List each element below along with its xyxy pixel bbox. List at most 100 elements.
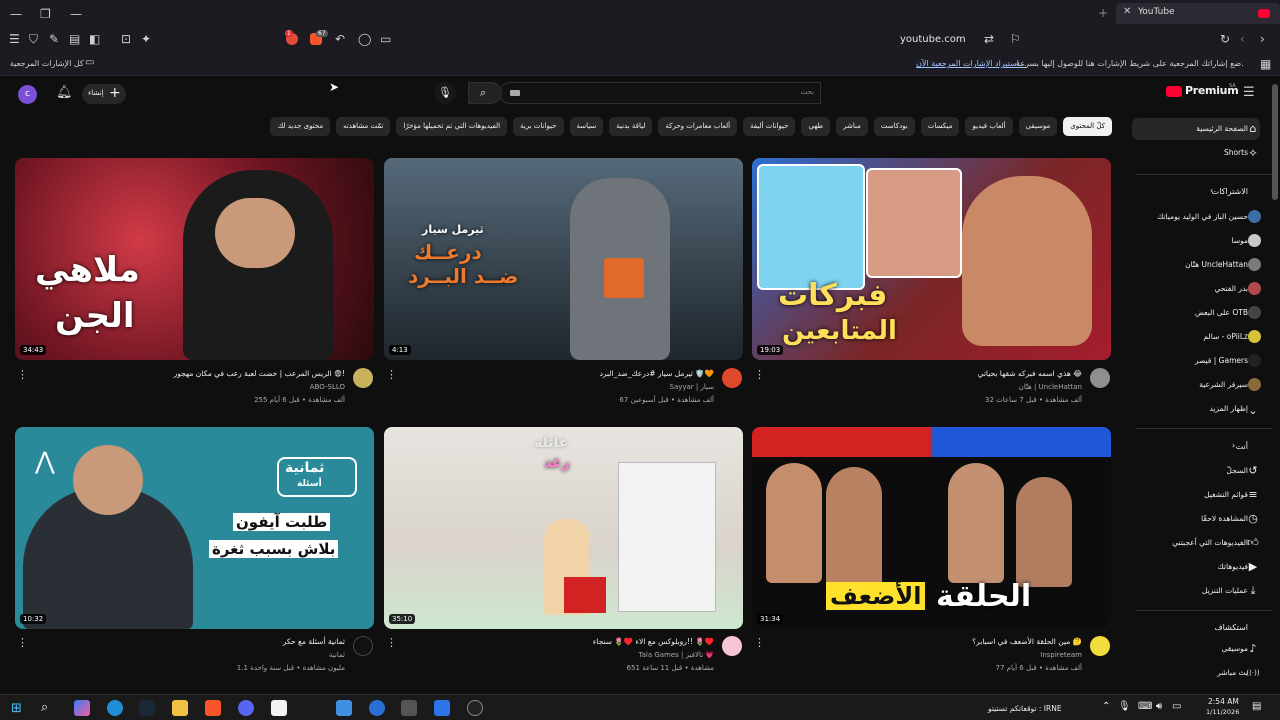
- sidebar-item-shorts[interactable]: Shorts: [1224, 142, 1248, 164]
- video-thumbnail[interactable]: فبركات المتابعين 19:03: [752, 158, 1111, 360]
- sidebar-item-subscription[interactable]: قيصر | Gamers: [1195, 350, 1248, 372]
- more-options-icon[interactable]: ⋮: [386, 636, 397, 649]
- channel-avatar[interactable]: [353, 636, 373, 656]
- channel-avatar[interactable]: [1090, 636, 1110, 656]
- chip-7[interactable]: حيوانات أليفة: [743, 117, 796, 136]
- steam-icon[interactable]: [139, 700, 155, 716]
- video-thumbnail[interactable]: ملاهي الجن 34:43: [15, 158, 374, 360]
- sidebar-item-subscription[interactable]: على البعض OTB: [1195, 302, 1248, 324]
- chat-icon[interactable]: ◯: [358, 33, 371, 45]
- forward-icon[interactable]: ›: [1260, 33, 1265, 45]
- chip-14[interactable]: محتوى جديد لك: [270, 117, 331, 136]
- bookmark-icon[interactable]: ⚐: [1010, 33, 1021, 45]
- sidebar-item-subscription[interactable]: سيرفر الشرعية: [1199, 374, 1248, 396]
- sidebar-item-subscription[interactable]: هتّان UncleHattan: [1185, 254, 1248, 276]
- window-close-icon[interactable]: —: [70, 8, 82, 20]
- battery-icon[interactable]: ▭: [1172, 701, 1181, 712]
- search-input[interactable]: بحث: [499, 82, 821, 104]
- chip-10[interactable]: سياسة: [569, 117, 604, 136]
- chip-12[interactable]: الفيديوهات التي تم تحميلها مؤخرًا: [396, 117, 508, 136]
- shorts-icon[interactable]: ⟡: [1246, 146, 1260, 160]
- extension-icon[interactable]: ✦: [141, 33, 151, 45]
- menu-icon[interactable]: ☰: [9, 33, 20, 45]
- chip-1[interactable]: موسيقى: [1018, 117, 1058, 136]
- chip-11[interactable]: حيوانات برية: [513, 117, 564, 136]
- show-more-button[interactable]: إظهار المزيد: [1209, 398, 1248, 420]
- guide-menu-icon[interactable]: ☰: [1243, 86, 1255, 99]
- sidebar-toggle-icon[interactable]: ◧: [89, 33, 100, 45]
- channel-name[interactable]: Tala Games | تالافيز 💗: [638, 651, 714, 659]
- import-bookmarks-link[interactable]: استيراد الإشارات المرجعية الآن...: [916, 59, 1027, 68]
- channel-name[interactable]: Sayyar | سيار: [670, 383, 715, 391]
- microsoft-store-icon[interactable]: [271, 700, 287, 716]
- sidebar-item-subscription[interactable]: حسين الباز في الوليد يومياتك: [1157, 206, 1248, 228]
- tray-chevron-up-icon[interactable]: ⌃: [1102, 701, 1110, 712]
- network-icon[interactable]: ⌨: [1138, 701, 1152, 712]
- tab-youtube[interactable]: ✕ YouTube: [1116, 3, 1280, 24]
- subscriptions-header[interactable]: الاشتراكات: [1212, 187, 1248, 196]
- search-button[interactable]: ⌕: [468, 82, 502, 104]
- video-title[interactable]: ثيرمل سيار #درعك_ضد_البرد 🛡️🧡: [600, 369, 714, 378]
- chip-2[interactable]: ألعاب فيديو: [965, 117, 1013, 136]
- video-title[interactable]: ثمانية أسئلة مع حكر: [283, 637, 345, 646]
- tabs-icon[interactable]: ▤: [69, 33, 80, 45]
- video-thumbnail[interactable]: ثيرمل سيار درعــك ضــد البــرد 4:13: [384, 158, 743, 360]
- video-title[interactable]: مين الحلقة الأضعف في اسبابر؟ 🤔: [972, 637, 1082, 646]
- edge-browser-icon[interactable]: [107, 700, 123, 716]
- brave-browser-icon[interactable]: [205, 700, 221, 716]
- channel-name[interactable]: ثمانية: [329, 651, 345, 659]
- app-icon[interactable]: [434, 700, 450, 716]
- more-options-icon[interactable]: ⋮: [386, 368, 397, 381]
- create-button[interactable]: إنشاء +: [82, 84, 126, 104]
- address-bar[interactable]: youtube.com: [900, 34, 966, 45]
- site-settings-icon[interactable]: ⇄: [984, 33, 994, 45]
- youtube-logo-icon[interactable]: [1166, 86, 1182, 97]
- windows-start-icon[interactable]: ⊞: [11, 701, 22, 716]
- chip-6[interactable]: طهي: [801, 117, 831, 136]
- chip-13[interactable]: تمّت مشاهدته: [336, 117, 391, 136]
- keyboard-icon[interactable]: [510, 90, 520, 96]
- sidebar-item-you[interactable]: السجلّ: [1226, 460, 1248, 482]
- apps-grid-icon[interactable]: ▦: [1260, 58, 1271, 70]
- sidebar-item-you[interactable]: قوائم التشغيل: [1204, 484, 1248, 506]
- more-options-icon[interactable]: ⋮: [754, 368, 765, 381]
- clock-date[interactable]: 1/11/2026: [1206, 708, 1239, 716]
- channel-name[interactable]: ABO-SLLO: [310, 383, 345, 391]
- copilot-icon[interactable]: [74, 700, 90, 716]
- reload-icon[interactable]: ↻: [1220, 33, 1230, 45]
- window-restore-icon[interactable]: ❐: [40, 8, 51, 20]
- sidebar-scrollbar[interactable]: [1272, 84, 1278, 200]
- chip-5[interactable]: مباشر: [836, 117, 868, 136]
- sidebar-item-you[interactable]: الفيديوهات التي أعجبتني: [1172, 532, 1248, 554]
- microphone-icon[interactable]: 🎙︎: [1118, 701, 1131, 712]
- channel-avatar[interactable]: [722, 368, 742, 388]
- video-thumbnail[interactable]: عائلة رغد 35:10: [384, 427, 743, 629]
- undo-icon[interactable]: ↶: [335, 33, 345, 45]
- video-title[interactable]: هذي اسمه فبركه شقها بحياتي 😂: [978, 369, 1082, 378]
- notifications-icon[interactable]: ▤: [1252, 701, 1261, 712]
- voice-search-mic-icon[interactable]: 🎙︎: [434, 82, 456, 104]
- chip-0[interactable]: كلّ المحتوى: [1063, 117, 1112, 136]
- app-icon[interactable]: [467, 700, 483, 716]
- channel-name[interactable]: Inspireteam: [1040, 651, 1082, 659]
- shield-icon[interactable]: ⛉: [29, 33, 38, 45]
- video-thumbnail[interactable]: ⋀ ثمانية أسئلة طلبت آيفون بلاش بسبب ثغرة…: [15, 427, 374, 629]
- cast-icon[interactable]: ▭: [380, 33, 391, 45]
- video-title[interactable]: روبلوكس مع الاء ♥️🌷 سنجاء!! 🌷♥️: [593, 637, 714, 646]
- news-widget[interactable]: توقعاتكم تستيتو : IRNE: [988, 704, 1062, 713]
- more-options-icon[interactable]: ⋮: [754, 636, 765, 649]
- new-tab-icon[interactable]: +: [1098, 7, 1108, 19]
- notifications-bell-icon[interactable]: 🔔︎: [56, 86, 73, 99]
- channel-name[interactable]: هتّان | UncleHattan: [1019, 383, 1082, 391]
- screenshot-icon[interactable]: ⊡: [121, 33, 131, 45]
- app-icon[interactable]: [336, 700, 352, 716]
- volume-icon[interactable]: 🔊︎: [1156, 701, 1162, 712]
- sidebar-item-explore[interactable]: موسيقى: [1222, 638, 1248, 660]
- channel-avatar[interactable]: [1090, 368, 1110, 388]
- video-title[interactable]: الريس المرعب | خضت لعبة رعب في مكان مهجو…: [174, 369, 345, 378]
- window-minimize-icon[interactable]: —: [10, 8, 22, 20]
- sidebar-item-you[interactable]: فيديوهاتك: [1218, 556, 1248, 578]
- discord-icon[interactable]: [238, 700, 254, 716]
- pen-icon[interactable]: ✎: [49, 33, 59, 45]
- sidebar-item-you[interactable]: عمليات التنزيل: [1202, 580, 1248, 602]
